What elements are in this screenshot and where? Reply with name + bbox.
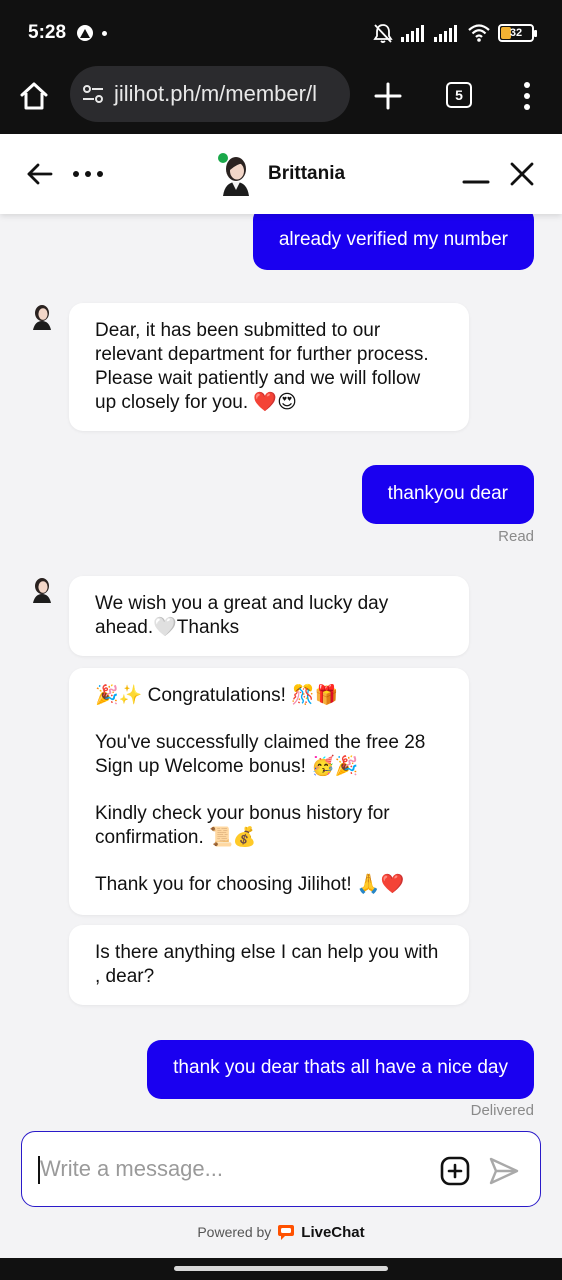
message-text: Dear, it has been submitted to our relev… (95, 320, 429, 413)
battery-level: 32 (509, 27, 523, 39)
message-status: Delivered (470, 1102, 534, 1119)
overflow-menu-icon[interactable] (516, 80, 538, 112)
message-outgoing: thank you dear thats all have a nice day (147, 1040, 534, 1099)
status-bar: 5:28 32 (0, 0, 562, 58)
app-notification-icon (77, 25, 93, 41)
message-text: already verified my number (278, 229, 508, 250)
message-text: thankyou dear (387, 483, 508, 504)
message-outgoing: thankyou dear (361, 465, 534, 524)
message-incoming: Dear, it has been submitted to our relev… (69, 303, 469, 431)
tab-count: 5 (455, 87, 463, 103)
message-input[interactable]: Write a message... (40, 1156, 223, 1182)
agent-name: Brittania (268, 163, 346, 184)
message-text: We wish you a great and lucky day ahead.… (95, 593, 389, 638)
url-text[interactable]: jilihot.ph/m/member/l (114, 81, 317, 107)
message-incoming-bonus: 🎉✨ Congratulations! 🎊🎁 You've successful… (69, 668, 469, 915)
message-incoming: We wish you a great and lucky day ahead.… (69, 576, 469, 656)
message-paragraph: Kindly check your bonus history for conf… (95, 803, 390, 848)
new-tab-icon[interactable] (372, 80, 404, 112)
online-indicator (218, 153, 228, 163)
back-arrow-icon[interactable] (26, 160, 54, 188)
browser-toolbar: jilihot.ph/m/member/l 5 (0, 58, 562, 134)
send-icon[interactable] (488, 1156, 520, 1186)
status-icons: 32 (372, 22, 537, 44)
message-text: Is there anything else I can help you wi… (95, 942, 439, 987)
powered-by-footer: Powered by LiveChat (0, 1222, 562, 1242)
message-composer[interactable]: Write a message... (21, 1131, 541, 1207)
more-dots-icon[interactable] (72, 166, 104, 182)
livechat-brand[interactable]: LiveChat (301, 1224, 364, 1241)
message-incoming: Is there anything else I can help you wi… (69, 925, 469, 1005)
attach-plus-icon[interactable] (440, 1156, 470, 1186)
minimize-icon[interactable] (462, 170, 490, 186)
system-navigation (0, 1258, 562, 1280)
message-status: Read (498, 528, 534, 545)
gesture-handle[interactable] (174, 1266, 388, 1271)
agent-mini-avatar (33, 578, 51, 603)
status-time: 5:28 (28, 22, 67, 43)
site-settings-icon[interactable] (80, 81, 106, 107)
bell-muted-icon (373, 24, 393, 43)
url-bar[interactable]: jilihot.ph/m/member/l (70, 66, 350, 122)
battery-icon: 32 (498, 24, 537, 42)
agent-mini-avatar (33, 305, 51, 330)
tab-switcher-icon[interactable]: 5 (446, 82, 472, 108)
message-paragraph: 🎉✨ Congratulations! 🎊🎁 (95, 685, 339, 706)
close-icon[interactable] (508, 160, 536, 188)
home-icon[interactable] (18, 80, 50, 112)
message-text: thank you dear thats all have a nice day (173, 1057, 508, 1078)
message-paragraph: Thank you for choosing Jilihot! 🙏❤️ (95, 874, 405, 895)
chat-header: Brittania (0, 134, 562, 214)
livechat-logo-icon (278, 1225, 295, 1240)
agent-avatar (218, 153, 249, 196)
message-paragraph: You've successfully claimed the free 28 … (95, 732, 426, 777)
signal-strength-2-icon (434, 25, 457, 42)
wifi-icon (468, 24, 490, 42)
signal-strength-icon (401, 25, 424, 42)
notification-dot-icon (102, 31, 107, 36)
powered-by-label: Powered by (197, 1224, 272, 1240)
message-outgoing: already verified my number (252, 206, 534, 270)
